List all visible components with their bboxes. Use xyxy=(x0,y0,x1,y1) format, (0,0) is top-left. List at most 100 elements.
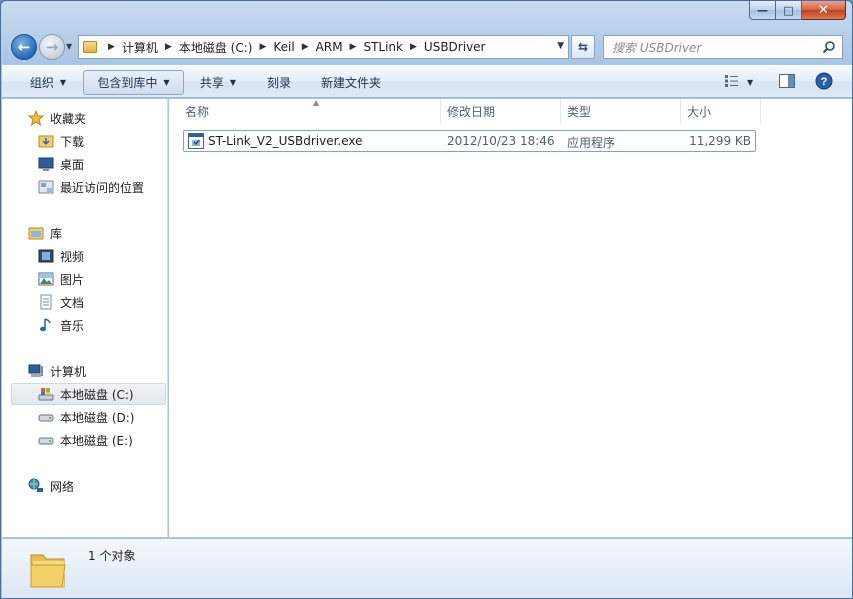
video-library-icon xyxy=(38,249,54,263)
sidebar-item-music[interactable]: 音乐 xyxy=(38,314,84,336)
folder-icon xyxy=(30,554,66,588)
chevron-down-icon: ▼ xyxy=(163,78,170,87)
preview-pane-icon[interactable] xyxy=(779,74,795,88)
column-header-label: 类型 xyxy=(567,105,592,119)
sidebar-item-label: 文档 xyxy=(60,295,85,310)
folder-icon xyxy=(83,41,97,53)
burn-label: 刻录 xyxy=(266,76,291,90)
include-in-library-label: 包含到库中 xyxy=(97,76,158,90)
share-label: 共享 xyxy=(199,76,224,90)
breadcrumb-arm[interactable]: ARM xyxy=(316,40,343,54)
sidebar-item-label: 图片 xyxy=(60,272,85,287)
view-options-dropdown[interactable]: ▼ xyxy=(747,76,753,88)
breadcrumb-computer[interactable]: 计算机 xyxy=(122,39,158,56)
sidebar-item-computer[interactable]: 计算机 xyxy=(28,360,86,382)
documents-library-icon xyxy=(40,294,52,310)
organize-label: 组织 xyxy=(29,76,54,90)
include-in-library-button[interactable]: 包含到库中 ▼ xyxy=(83,70,184,95)
column-header-modified[interactable]: 修改日期 xyxy=(441,99,561,124)
sidebar-item-label: 最近访问的位置 xyxy=(60,180,145,195)
star-icon xyxy=(28,110,44,126)
desktop-icon xyxy=(38,157,54,171)
search-placeholder: 搜索 USBDriver xyxy=(612,40,702,55)
breadcrumb-stlink[interactable]: STLink xyxy=(363,40,403,54)
chevron-right-icon[interactable]: ▶ xyxy=(302,42,309,52)
caption-buttons: — □ ✕ xyxy=(749,1,846,20)
navigation-pane: 收藏夹 下载 桌面 最近访问的位置 库 视频 图片 文档 音乐 计算机 本地磁盘… xyxy=(2,99,168,537)
sidebar-item-network[interactable]: 网络 xyxy=(28,475,74,497)
sidebar-item-label: 本地磁盘 (E:) xyxy=(60,433,133,448)
file-name: ST-Link_V2_USBdriver.exe xyxy=(208,134,363,148)
back-button[interactable]: ← xyxy=(11,34,37,60)
libraries-icon xyxy=(28,227,44,240)
sidebar-item-favorites[interactable]: 收藏夹 xyxy=(28,107,86,129)
chevron-right-icon[interactable]: ▶ xyxy=(165,42,172,52)
breadcrumb-keil[interactable]: Keil xyxy=(273,40,294,54)
organize-button[interactable]: 组织 ▼ xyxy=(22,70,74,95)
search-input[interactable]: 搜索 USBDriver xyxy=(603,35,843,59)
breadcrumb-drive-c[interactable]: 本地磁盘 (C:) xyxy=(179,39,253,56)
file-list-pane: 名称 ▲ 修改日期 类型 大小 ST-Link_V2_USBdriver.exe… xyxy=(169,98,852,537)
forward-arrow-icon: → xyxy=(45,38,59,56)
chevron-right-icon[interactable]: ▶ xyxy=(259,42,266,52)
maximize-button[interactable]: □ xyxy=(776,1,802,20)
drive-icon xyxy=(38,414,54,422)
pictures-library-icon xyxy=(38,272,54,286)
column-header-type[interactable]: 类型 xyxy=(561,99,681,124)
column-header-label: 修改日期 xyxy=(447,105,496,119)
chevron-right-icon[interactable]: ▶ xyxy=(410,42,417,52)
sidebar-item-label: 本地磁盘 (D:) xyxy=(60,410,135,425)
address-dropdown-icon[interactable]: ▼ xyxy=(557,41,564,51)
breadcrumb-usbdriver[interactable]: USBDriver xyxy=(424,40,486,54)
sidebar-item-label: 网络 xyxy=(50,479,75,494)
back-arrow-icon: ← xyxy=(17,38,31,56)
sidebar-item-recent-places[interactable]: 最近访问的位置 xyxy=(38,176,144,198)
sidebar-item-label: 计算机 xyxy=(50,364,87,379)
forward-button[interactable]: → xyxy=(39,34,65,60)
sidebar-item-videos[interactable]: 视频 xyxy=(38,245,84,267)
sidebar-item-drive-d[interactable]: 本地磁盘 (D:) xyxy=(38,406,134,428)
file-row[interactable]: ST-Link_V2_USBdriver.exe 2012/10/23 18:4… xyxy=(183,130,756,152)
drive-icon xyxy=(38,437,54,445)
file-size: 11,299 KB xyxy=(689,134,751,148)
change-view-icon[interactable] xyxy=(724,74,740,88)
sidebar-item-drive-c[interactable]: 本地磁盘 (C:) xyxy=(11,383,166,405)
sidebar-item-label: 视频 xyxy=(60,249,85,264)
exe-file-icon xyxy=(188,133,204,149)
chevron-right-icon[interactable]: ▶ xyxy=(108,42,115,52)
sidebar-item-libraries[interactable]: 库 xyxy=(28,222,62,244)
column-header-label: 大小 xyxy=(687,105,712,119)
sidebar-item-desktop[interactable]: 桌面 xyxy=(38,153,84,175)
file-modified: 2012/10/23 18:46 xyxy=(447,134,555,148)
help-icon[interactable]: ? xyxy=(815,72,833,90)
sidebar-item-label: 下载 xyxy=(60,134,85,149)
sidebar-item-label: 音乐 xyxy=(60,318,85,333)
sidebar-item-downloads[interactable]: 下载 xyxy=(38,130,84,152)
close-button[interactable]: ✕ xyxy=(802,1,846,20)
column-header-name[interactable]: 名称 ▲ xyxy=(179,98,441,124)
music-library-icon xyxy=(40,318,51,332)
recent-pages-dropdown[interactable]: ▼ xyxy=(66,42,72,51)
search-icon[interactable] xyxy=(822,40,836,54)
explorer-window: — □ ✕ ← → ▼ ▶ 计算机 ▶ 本地磁盘 (C:) ▶ Keil ▶ A… xyxy=(0,0,853,599)
file-type: 应用程序 xyxy=(567,136,616,150)
sidebar-item-drive-e[interactable]: 本地磁盘 (E:) xyxy=(38,429,133,451)
item-count-label: 1 个对象 xyxy=(88,549,136,563)
burn-button[interactable]: 刻录 xyxy=(258,70,300,95)
sidebar-item-label: 桌面 xyxy=(60,157,85,172)
refresh-button[interactable]: ⇆ xyxy=(571,35,595,59)
address-bar[interactable]: ▶ 计算机 ▶ 本地磁盘 (C:) ▶ Keil ▶ ARM ▶ STLink … xyxy=(78,35,569,59)
details-pane: 1 个对象 xyxy=(2,538,852,598)
sidebar-item-pictures[interactable]: 图片 xyxy=(38,268,84,290)
new-folder-label: 新建文件夹 xyxy=(320,76,381,90)
minimize-button[interactable]: — xyxy=(749,1,776,20)
sidebar-item-documents[interactable]: 文档 xyxy=(38,291,84,313)
column-header-size[interactable]: 大小 xyxy=(681,99,761,124)
sidebar-item-label: 库 xyxy=(50,226,63,241)
chevron-right-icon[interactable]: ▶ xyxy=(350,42,357,52)
chevron-down-icon: ▼ xyxy=(229,78,237,87)
sidebar-item-label: 收藏夹 xyxy=(50,111,87,126)
downloads-folder-icon xyxy=(38,135,54,148)
new-folder-button[interactable]: 新建文件夹 xyxy=(310,70,392,95)
share-button[interactable]: 共享 ▼ xyxy=(192,70,244,95)
